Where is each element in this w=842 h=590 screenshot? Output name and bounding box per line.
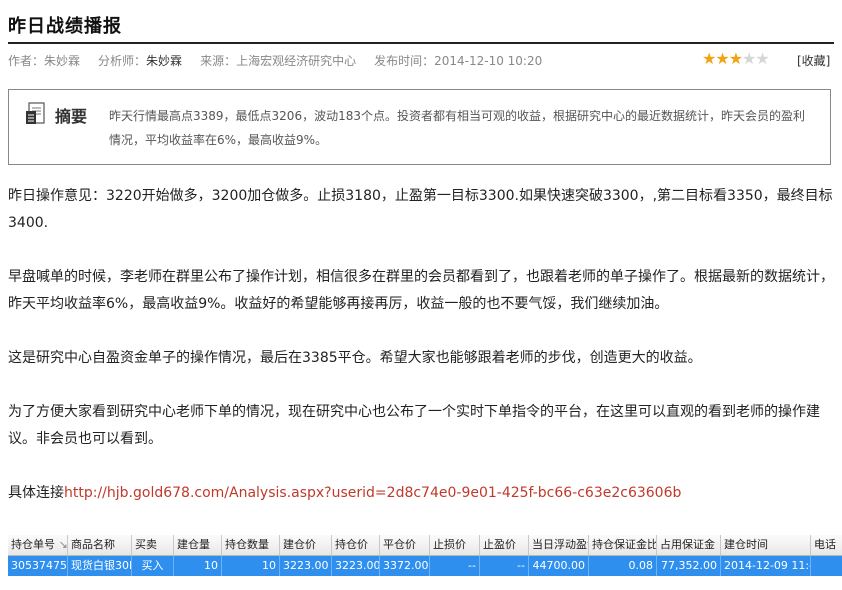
article-title: 昨日战绩播报 [8, 16, 122, 37]
cell-take-profit: -- [480, 556, 529, 576]
cell-floating-pnl: 44700.00 [529, 556, 589, 576]
cell-side: 买入 [132, 556, 174, 576]
analyst-label: 分析师： [98, 54, 147, 68]
article-meta: 作者：朱妙霖 分析师：朱妙霖 来源：上海宏观经济研究中心 发布时间：2014-12-1… [8, 52, 542, 69]
star-filled-icon: ★ [728, 49, 743, 68]
col-header-hold-qty[interactable]: 持仓数量 [222, 535, 280, 555]
col-header-hold-price[interactable]: 持仓价 [332, 535, 380, 555]
cell-stop-loss: -- [430, 556, 480, 576]
col-header-product[interactable]: 商品名称 [68, 535, 132, 555]
col-header-stop-loss[interactable]: 止损价 [430, 535, 480, 555]
cell-product: 现货白银30KG [68, 556, 132, 576]
paragraph-fund-result: 这是研究中心自盈资金单子的操作情况，最后在3385平仓。希望大家也能够跟着老师的… [8, 350, 702, 366]
cell-margin-used: 77,352.00 [657, 556, 721, 576]
col-header-order-no[interactable]: 持仓单号 ↘ [8, 535, 68, 555]
col-header-take-profit[interactable]: 止盈价 [480, 535, 529, 555]
cell-open-qty: 10 [174, 556, 222, 576]
author-name: 朱妙霖 [44, 54, 81, 68]
cell-open-time: 2014-12-09 11:49:49 [721, 556, 811, 576]
rating-stars: ★★★★★ [702, 49, 770, 68]
paragraph-link: 具体连接http://hjb.gold678.com/Analysis.aspx… [8, 480, 834, 507]
sort-arrow-icon: ↘ [58, 538, 68, 551]
cell-hold-qty: 10 [222, 556, 280, 576]
table-header-row: 持仓单号 ↘ 商品名称 买卖 建仓量 持仓数量 建仓价 持仓价 平仓价 止损价 … [8, 535, 842, 556]
cell-hold-price: 3223.00 [332, 556, 380, 576]
paragraph-operation-advice: 昨日操作意见：3220开始做多，3200加仓做多。止损3180，止盈第一目标33… [8, 188, 833, 231]
col-header-close-price[interactable]: 平仓价 [380, 535, 430, 555]
summary-label: 摘要 [55, 107, 88, 126]
collect-button[interactable]: [收藏] [797, 52, 830, 69]
col-header-margin-used[interactable]: 占用保证金 [657, 535, 721, 555]
col-header-side[interactable]: 买卖 [132, 535, 174, 555]
col-header-open-qty[interactable]: 建仓量 [174, 535, 222, 555]
cell-open-price: 3223.00 [280, 556, 332, 576]
col-header-open-price[interactable]: 建仓价 [280, 535, 332, 555]
date-label: 发布时间： [374, 54, 435, 68]
link-prefix: 具体连接 [8, 485, 64, 501]
author-label: 作者： [8, 54, 45, 68]
analyst-name[interactable]: 朱妙霖 [146, 54, 182, 68]
table-row[interactable]: 30537475 现货白银30KG 买入 10 10 3223.00 3223.… [8, 556, 842, 576]
summary-text: 昨天行情最高点3389，最低点3206，波动183个点。投资者都有相当可观的收益… [109, 109, 805, 147]
star-filled-icon: ★ [715, 49, 729, 68]
cell-order-no: 30537475 [8, 556, 68, 576]
cell-phone [811, 556, 842, 576]
publish-date: 2014-12-10 10:20 [434, 54, 543, 68]
source-name: 上海宏观经济研究中心 [236, 54, 357, 68]
summary-box: 摘要 昨天行情最高点3389，最低点3206，波动183个点。投资者都有相当可观… [8, 89, 831, 165]
source-label: 来源： [200, 54, 237, 68]
document-icon [26, 102, 45, 124]
cell-close-price: 3372.00 [380, 556, 430, 576]
paragraph-platform-intro: 为了方便大家看到研究中心老师下单的情况，现在研究中心也公布了一个实时下单指令的平… [8, 404, 820, 447]
cell-margin-ratio: 0.08 [589, 556, 657, 576]
analysis-link[interactable]: http://hjb.gold678.com/Analysis.aspx?use… [64, 485, 681, 501]
star-empty-icon: ★ [755, 49, 769, 68]
paragraph-morning-call: 早盘喊单的时候，李老师在群里公布了操作计划，相信很多在群里的会员都看到了，也跟着… [8, 269, 834, 312]
star-empty-icon: ★ [742, 49, 756, 68]
col-header-phone[interactable]: 电话 [811, 535, 842, 555]
col-header-margin-ratio[interactable]: 持仓保证金比例 [589, 535, 657, 555]
title-divider [8, 42, 834, 44]
col-header-open-time[interactable]: 建仓时间 [721, 535, 811, 555]
col-header-floating-pnl[interactable]: 当日浮动盈亏 [529, 535, 589, 555]
star-filled-icon: ★ [702, 49, 716, 68]
positions-table: 持仓单号 ↘ 商品名称 买卖 建仓量 持仓数量 建仓价 持仓价 平仓价 止损价 … [8, 535, 842, 580]
